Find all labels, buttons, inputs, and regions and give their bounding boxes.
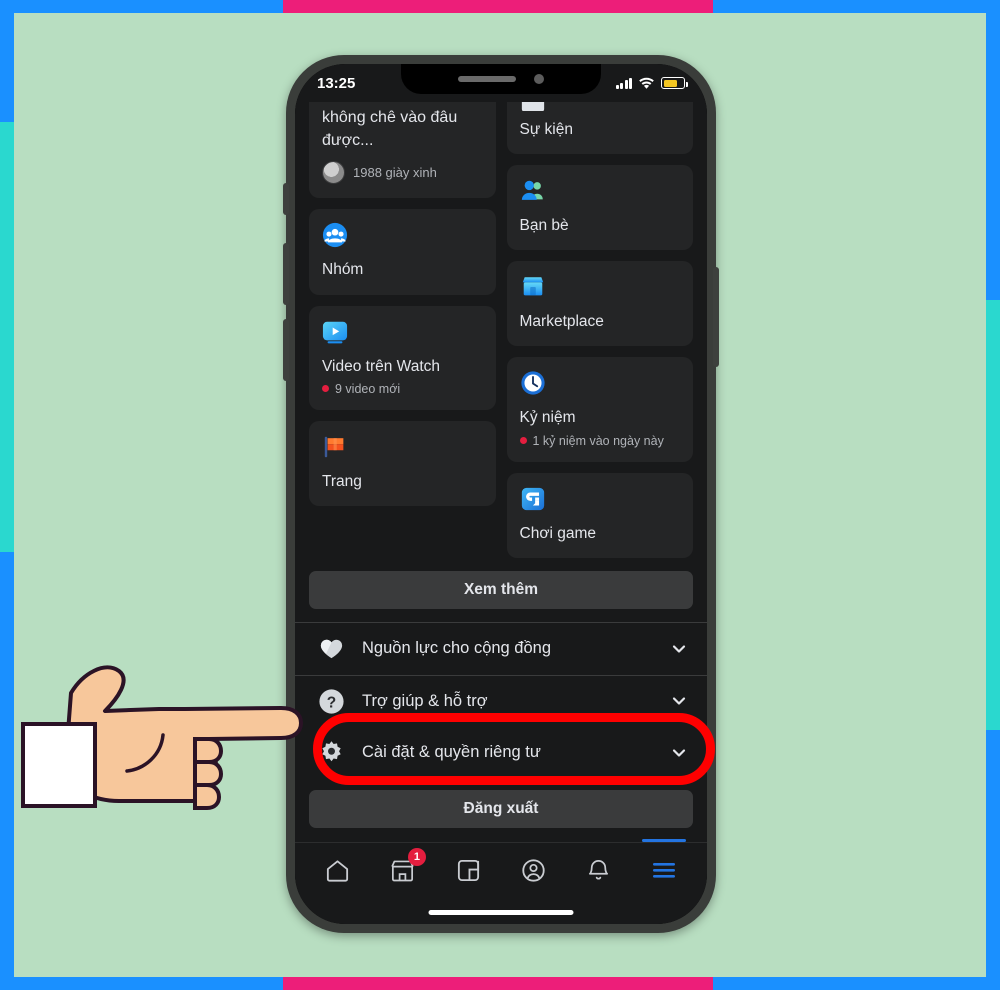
nav-profile[interactable] bbox=[511, 850, 557, 890]
tile-label: Trang bbox=[322, 472, 362, 490]
power-button[interactable] bbox=[713, 267, 719, 367]
border-band-pink-bottom bbox=[283, 977, 713, 990]
signal-bars-icon bbox=[615, 77, 632, 89]
question-mark-icon: ? bbox=[319, 689, 344, 714]
nav-marketplace[interactable]: 1 bbox=[380, 848, 426, 890]
nav-home[interactable] bbox=[315, 850, 361, 890]
heart-hands-icon bbox=[320, 639, 343, 659]
tile-label: Sự kiện bbox=[519, 121, 573, 138]
tile-groups[interactable]: Nhóm bbox=[309, 209, 496, 295]
nav-active-indicator bbox=[642, 839, 687, 842]
tile-label: Chơi game bbox=[519, 524, 597, 542]
row-settings-privacy[interactable]: Cài đặt & quyền riêng tư bbox=[295, 727, 707, 779]
row-community-resources[interactable]: Nguồn lực cho cộng đồng bbox=[295, 623, 707, 675]
red-dot-icon bbox=[519, 437, 527, 445]
notch bbox=[401, 64, 601, 94]
gear-icon bbox=[322, 741, 341, 762]
chevron-down-icon[interactable] bbox=[671, 745, 687, 761]
tile-badge: 9 video mới bbox=[322, 382, 483, 396]
border-band-teal-right bbox=[986, 300, 1000, 730]
tile-badge-text: 9 video mới bbox=[335, 381, 401, 396]
hamburger-icon bbox=[653, 863, 676, 878]
watch-icon bbox=[322, 321, 348, 343]
row-settings-privacy-wrapper: Cài đặt & quyền riêng tư bbox=[295, 727, 707, 779]
tile-badge-text: 1 kỷ niệm vào ngày này bbox=[532, 433, 664, 448]
marketplace-icon bbox=[522, 277, 543, 296]
row-help-support[interactable]: ? Trợ giúp & hỗ trợ bbox=[295, 674, 707, 727]
chevron-down-icon[interactable] bbox=[671, 693, 687, 709]
memories-clock-icon bbox=[520, 371, 545, 396]
phone-screen: 13:25 không chê vào đâu được... 1988 già… bbox=[295, 64, 707, 924]
status-time: 13:25 bbox=[317, 74, 356, 92]
nav-badge: 1 bbox=[407, 848, 426, 866]
home-indicator bbox=[428, 910, 574, 915]
tile-events[interactable]: Sự kiện bbox=[506, 102, 693, 155]
avatar-icon bbox=[322, 161, 345, 185]
bottom-nav-items: 1 bbox=[295, 839, 707, 897]
story-card[interactable]: không chê vào đâu được... 1988 giày xinh bbox=[309, 102, 496, 199]
svg-text:?: ? bbox=[327, 694, 336, 711]
tile-pages[interactable]: Trang bbox=[309, 420, 496, 506]
pointing-hand-icon bbox=[21, 665, 303, 810]
events-icon bbox=[521, 102, 544, 111]
chevron-down-icon[interactable] bbox=[671, 641, 687, 657]
volume-down-button[interactable] bbox=[283, 319, 289, 381]
tile-label: Video trên Watch bbox=[322, 357, 441, 375]
tile-label: Bạn bè bbox=[519, 217, 569, 235]
tile-badge: 1 kỷ niệm vào ngày này bbox=[519, 433, 681, 448]
home-icon bbox=[327, 859, 349, 882]
tile-label: Nhóm bbox=[322, 261, 364, 279]
border-band-teal-left bbox=[0, 122, 14, 552]
story-text: không chê vào đâu được... bbox=[322, 109, 458, 150]
tile-friends[interactable]: Bạn bè bbox=[506, 165, 693, 251]
tile-label: Marketplace bbox=[519, 313, 604, 331]
status-indicators bbox=[615, 77, 688, 90]
events-icon-clip bbox=[520, 102, 681, 111]
video-square-icon bbox=[457, 859, 479, 881]
story-author: 1988 giày xinh bbox=[353, 165, 437, 181]
friends-icon bbox=[521, 180, 543, 200]
wifi-icon bbox=[639, 77, 654, 89]
earpiece-speaker-icon bbox=[458, 76, 516, 82]
menu-scroll-content[interactable]: không chê vào đâu được... 1988 giày xinh bbox=[295, 102, 707, 924]
phone-bezel: 13:25 không chê vào đâu được... 1988 già… bbox=[295, 64, 707, 924]
illustration-canvas: 13:25 không chê vào đâu được... 1988 già… bbox=[14, 13, 986, 977]
silent-switch-button[interactable] bbox=[283, 183, 289, 215]
logout-button[interactable]: Đăng xuất bbox=[309, 789, 693, 828]
story-meta: 1988 giày xinh bbox=[322, 161, 483, 185]
person-circle-icon bbox=[522, 858, 545, 882]
tile-label: Kỷ niệm bbox=[519, 409, 576, 427]
pages-flag-icon bbox=[324, 436, 344, 457]
tile-gaming[interactable]: Chơi game bbox=[506, 472, 693, 558]
nav-menu[interactable] bbox=[641, 839, 687, 890]
groups-icon bbox=[322, 223, 348, 248]
red-dot-icon bbox=[322, 385, 329, 393]
battery-icon bbox=[661, 77, 688, 89]
tile-watch[interactable]: Video trên Watch 9 video mới bbox=[309, 305, 496, 410]
tile-column-left: không chê vào đâu được... 1988 giày xinh bbox=[309, 102, 496, 558]
gaming-icon bbox=[521, 487, 544, 510]
bell-icon bbox=[589, 859, 609, 880]
border-band-pink-top bbox=[283, 0, 713, 13]
row-label: Trợ giúp & hỗ trợ bbox=[362, 691, 488, 710]
row-label: Cài đặt & quyền riêng tư bbox=[362, 743, 541, 762]
tile-memories[interactable]: Kỷ niệm 1 kỷ niệm vào ngày này bbox=[506, 357, 693, 462]
menu-tile-grid: không chê vào đâu được... 1988 giày xinh bbox=[295, 102, 707, 558]
front-camera-icon bbox=[534, 74, 544, 84]
volume-up-button[interactable] bbox=[283, 243, 289, 305]
nav-notifications[interactable] bbox=[576, 850, 622, 890]
tile-marketplace[interactable]: Marketplace bbox=[506, 261, 693, 347]
see-more-button[interactable]: Xem thêm bbox=[309, 570, 693, 609]
phone-device-frame: 13:25 không chê vào đâu được... 1988 già… bbox=[283, 55, 719, 933]
tile-column-right: Sự kiện Bạn bè Marketplace Kỷ niệm 1 kỷ … bbox=[506, 102, 693, 558]
nav-watch[interactable] bbox=[445, 850, 491, 890]
bottom-navigation-bar: 1 bbox=[295, 839, 707, 924]
row-label: Nguồn lực cho cộng đồng bbox=[362, 639, 552, 658]
